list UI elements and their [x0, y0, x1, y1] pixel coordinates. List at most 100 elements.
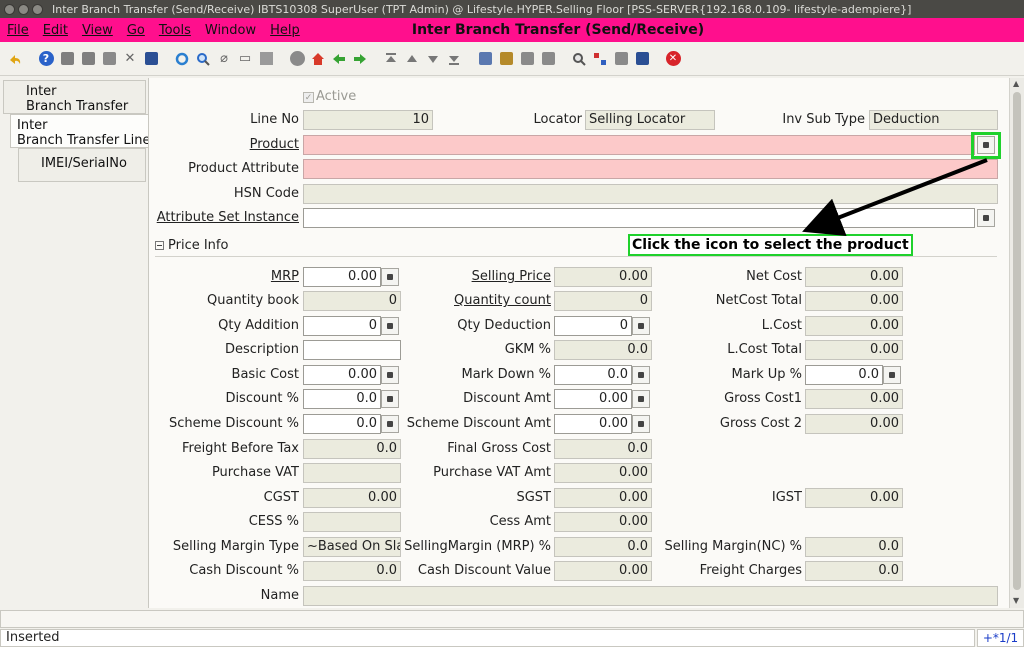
mark-down-pct-calculator-button[interactable] [632, 366, 650, 384]
menu-file[interactable]: File [0, 23, 36, 38]
scheme-discount-pct-field[interactable]: 0.0 [303, 414, 381, 434]
forward-icon[interactable] [351, 50, 369, 68]
calculator-icon [387, 323, 393, 329]
scrollbar-thumb[interactable] [1013, 92, 1021, 590]
attachment-icon[interactable]: ⌀ [215, 50, 233, 68]
mark-up-pct-calculator-button[interactable] [883, 366, 901, 384]
delete-icon[interactable] [100, 50, 118, 68]
tab-imei-serial-no[interactable]: IMEI/SerialNo [18, 148, 146, 182]
help-icon[interactable]: ? [37, 50, 55, 68]
product-field[interactable] [303, 135, 975, 155]
attribute-set-instance-field[interactable] [303, 208, 975, 228]
cancel-icon[interactable]: ✕ [121, 50, 139, 68]
print-icon[interactable] [518, 50, 536, 68]
active-checkbox[interactable]: ✓ Active [303, 87, 356, 107]
tab-inter-branch-transfer[interactable]: Inter Branch Transfer [3, 80, 146, 114]
qty-addition-label: Qty Addition [218, 318, 299, 333]
hsn-code-label: HSN Code [233, 186, 299, 201]
chat-icon[interactable]: ▭ [236, 50, 254, 68]
record-navigation-indicator[interactable]: +*1/1 [977, 629, 1024, 647]
cess-amt-field: 0.00 [554, 512, 652, 532]
report-icon[interactable] [476, 50, 494, 68]
gross-cost1-label: Gross Cost1 [724, 391, 802, 406]
close-window-icon[interactable] [4, 3, 15, 15]
discount-pct-field[interactable]: 0.0 [303, 389, 381, 409]
product-label: Product [249, 137, 299, 152]
print-preview-icon[interactable] [539, 50, 557, 68]
back-icon[interactable] [330, 50, 348, 68]
discount-pct-calculator-button[interactable] [381, 390, 399, 408]
menu-view[interactable]: View [75, 23, 120, 38]
qty-addition-calculator-button[interactable] [381, 317, 399, 335]
workflow-icon[interactable] [591, 50, 609, 68]
menu-tools[interactable]: Tools [152, 23, 198, 38]
product-info-icon[interactable] [633, 50, 651, 68]
price-info-title: Price Info [168, 238, 229, 253]
calculator-icon [387, 274, 393, 280]
basic-cost-calculator-button[interactable] [381, 366, 399, 384]
discount-amt-field[interactable]: 0.00 [554, 389, 632, 409]
mrp-field[interactable]: 0.00 [303, 267, 381, 287]
description-field[interactable] [303, 340, 401, 360]
copy-icon[interactable] [79, 50, 97, 68]
next-icon[interactable] [424, 50, 442, 68]
net-cost-label: Net Cost [746, 269, 802, 284]
home-icon[interactable] [309, 50, 327, 68]
basic-cost-field[interactable]: 0.00 [303, 365, 381, 385]
discount-amt-calculator-button[interactable] [632, 390, 650, 408]
selling-margin-type-label: Selling Margin Type [172, 539, 299, 554]
line-no-field: 10 [303, 110, 433, 130]
attribute-set-instance-button[interactable] [977, 209, 995, 227]
menu-help[interactable]: Help [263, 23, 307, 38]
history-icon[interactable] [288, 50, 306, 68]
maximize-window-icon[interactable] [32, 3, 43, 15]
scheme-discount-amt-calculator-button[interactable] [632, 415, 650, 433]
locator-label: Locator [533, 112, 582, 127]
archive-icon[interactable] [497, 50, 515, 68]
l-cost-field: 0.00 [805, 316, 903, 336]
vertical-scrollbar[interactable]: ▲ ▼ [1009, 78, 1024, 608]
exit-icon[interactable]: ✕ [664, 50, 682, 68]
cgst-field: 0.00 [303, 488, 401, 508]
menu-go[interactable]: Go [120, 23, 152, 38]
mark-up-pct-field[interactable]: 0.0 [805, 365, 883, 385]
scheme-discount-pct-calculator-button[interactable] [381, 415, 399, 433]
scroll-down-icon[interactable]: ▼ [1013, 596, 1019, 605]
find-icon[interactable] [194, 50, 212, 68]
calculator-icon [638, 421, 644, 427]
new-icon[interactable] [58, 50, 76, 68]
tab-inter-branch-transfer-line[interactable]: Inter Branch Transfer Line [10, 114, 151, 148]
first-icon[interactable] [382, 50, 400, 68]
mark-down-pct-field[interactable]: 0.0 [554, 365, 632, 385]
mrp-calculator-button[interactable] [381, 268, 399, 286]
grid-toggle-icon[interactable] [257, 50, 275, 68]
request-icon[interactable] [612, 50, 630, 68]
locator-field: Selling Locator [585, 110, 715, 130]
menu-edit[interactable]: Edit [36, 23, 75, 38]
last-icon[interactable] [445, 50, 463, 68]
save-icon[interactable] [142, 50, 160, 68]
previous-icon[interactable] [403, 50, 421, 68]
refresh-icon[interactable] [173, 50, 191, 68]
qty-deduction-field[interactable]: 0 [554, 316, 632, 336]
qty-deduction-calculator-button[interactable] [632, 317, 650, 335]
instruction-callout: Click the icon to select the product [628, 234, 913, 256]
qty-addition-field[interactable]: 0 [303, 316, 381, 336]
minimize-window-icon[interactable] [18, 3, 29, 15]
collapse-icon[interactable] [155, 241, 164, 250]
igst-field: 0.00 [805, 488, 903, 508]
calculator-icon [889, 372, 895, 378]
record-panel: ✓ Active Line No 10 Locator Selling Locat… [148, 78, 1009, 608]
cess-pct-field [303, 512, 401, 532]
net-cost-field: 0.00 [805, 267, 903, 287]
scroll-up-icon[interactable]: ▲ [1013, 79, 1019, 88]
undo-icon[interactable] [6, 50, 24, 68]
menu-window[interactable]: Window [198, 23, 263, 38]
cash-discount-pct-label: Cash Discount % [189, 563, 299, 578]
status-info-area [0, 610, 1024, 628]
product-attribute-field[interactable] [303, 159, 998, 179]
zoom-across-icon[interactable] [570, 50, 588, 68]
status-message: Inserted [0, 629, 975, 647]
selling-margin-mrp-label: SellingMargin (MRP) % [404, 539, 551, 554]
scheme-discount-amt-field[interactable]: 0.00 [554, 414, 632, 434]
